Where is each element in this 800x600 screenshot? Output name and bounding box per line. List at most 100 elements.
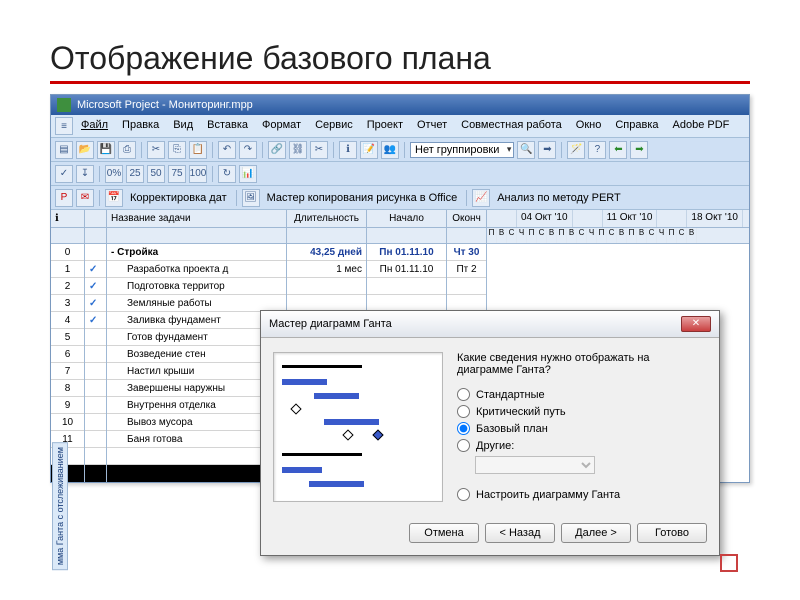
pct75-icon[interactable]: 75 bbox=[168, 165, 186, 183]
pct0-icon[interactable]: 0% bbox=[105, 165, 123, 183]
track-icon[interactable]: ✓ bbox=[55, 165, 73, 183]
menu-format[interactable]: Формат bbox=[256, 117, 307, 135]
back-button[interactable]: < Назад bbox=[485, 523, 555, 543]
radio-baseline[interactable]: Базовый план bbox=[457, 422, 707, 435]
help-icon[interactable]: ? bbox=[588, 141, 606, 159]
radio-input[interactable] bbox=[457, 422, 470, 435]
menu-window[interactable]: Окно bbox=[570, 117, 608, 135]
unlink-icon[interactable]: ⛓ bbox=[289, 141, 307, 159]
view-tab[interactable]: мма Ганта с отслеживанием bbox=[52, 442, 68, 570]
pdf-mail-icon[interactable]: ✉ bbox=[76, 189, 94, 207]
dur-cell[interactable]: 1 мес bbox=[287, 261, 366, 278]
menu-adobe[interactable]: Adobe PDF bbox=[667, 117, 736, 135]
task-cell[interactable]: Подготовка территор bbox=[107, 278, 286, 295]
menu-collab[interactable]: Совместная работа bbox=[455, 117, 568, 135]
task-cell[interactable]: Разработка проекта д bbox=[107, 261, 286, 278]
dialog-titlebar[interactable]: Мастер диаграмм Ганта ✕ bbox=[261, 311, 719, 338]
radio-input[interactable] bbox=[457, 388, 470, 401]
update-icon[interactable]: ↻ bbox=[218, 165, 236, 183]
print-icon[interactable]: ⎙ bbox=[118, 141, 136, 159]
finish-cell[interactable]: Чт 30 bbox=[447, 244, 486, 261]
radio-critical[interactable]: Критический путь bbox=[457, 405, 707, 418]
menu-file[interactable]: Файл bbox=[75, 117, 114, 135]
save-icon[interactable]: 💾 bbox=[97, 141, 115, 159]
reschedule-icon[interactable]: ↧ bbox=[76, 165, 94, 183]
menu-report[interactable]: Отчет bbox=[411, 117, 453, 135]
row-num[interactable]: 5 bbox=[51, 329, 84, 346]
row-num[interactable]: 10 bbox=[51, 414, 84, 431]
menu-project[interactable]: Проект bbox=[361, 117, 409, 135]
menu-tools[interactable]: Сервис bbox=[309, 117, 359, 135]
paste-icon[interactable]: 📋 bbox=[189, 141, 207, 159]
wizard-icon[interactable]: 🪄 bbox=[567, 141, 585, 159]
col-duration[interactable]: Длительность bbox=[287, 210, 366, 228]
close-button[interactable]: ✕ bbox=[681, 316, 711, 332]
finish-button[interactable]: Готово bbox=[637, 523, 707, 543]
correction-label[interactable]: Корректировка дат bbox=[126, 190, 231, 206]
cancel-button[interactable]: Отмена bbox=[409, 523, 479, 543]
back-icon[interactable]: ⬅ bbox=[609, 141, 627, 159]
separator bbox=[262, 142, 263, 158]
row-num[interactable]: 6 bbox=[51, 346, 84, 363]
link-icon[interactable]: 🔗 bbox=[268, 141, 286, 159]
copypic-label[interactable]: Мастер копирования рисунка в Office bbox=[263, 190, 462, 206]
radio-other[interactable]: Другие: bbox=[457, 439, 707, 452]
split-icon[interactable]: ✂ bbox=[310, 141, 328, 159]
copypic-icon[interactable]: 🖼 bbox=[242, 189, 260, 207]
forward-icon[interactable]: ➡ bbox=[630, 141, 648, 159]
col-finish[interactable]: Оконч bbox=[447, 210, 486, 228]
toolbar-1: ▤ 📂 💾 ⎙ ✂ ⎘ 📋 ↶ ↷ 🔗 ⛓ ✂ ℹ 📝 👥 Нет группи… bbox=[51, 138, 749, 162]
row-num[interactable]: 4 bbox=[51, 312, 84, 329]
start-cell[interactable]: Пн 01.11.10 bbox=[367, 244, 446, 261]
pert-label[interactable]: Анализ по методу PERT bbox=[493, 190, 625, 206]
open-icon[interactable]: 📂 bbox=[76, 141, 94, 159]
separator bbox=[99, 190, 100, 206]
start-cell[interactable]: Пн 01.11.10 bbox=[367, 261, 446, 278]
check-icon: ✓ bbox=[89, 264, 97, 275]
row-num[interactable]: 2 bbox=[51, 278, 84, 295]
task-cell[interactable]: - Стройка bbox=[107, 244, 286, 261]
row-num[interactable]: 3 bbox=[51, 295, 84, 312]
assign-icon[interactable]: 👥 bbox=[381, 141, 399, 159]
app-icon bbox=[57, 98, 71, 112]
row-num[interactable]: 1 bbox=[51, 261, 84, 278]
grouping-combo[interactable]: Нет группировки bbox=[410, 142, 514, 158]
pct25-icon[interactable]: 25 bbox=[126, 165, 144, 183]
separator bbox=[404, 142, 405, 158]
cut-icon[interactable]: ✂ bbox=[147, 141, 165, 159]
new-icon[interactable]: ▤ bbox=[55, 141, 73, 159]
row-num[interactable]: 0 bbox=[51, 244, 84, 261]
radio-standard[interactable]: Стандартные bbox=[457, 388, 707, 401]
info-icon[interactable]: ℹ bbox=[339, 141, 357, 159]
date-icon[interactable]: 📅 bbox=[105, 189, 123, 207]
next-button[interactable]: Далее > bbox=[561, 523, 631, 543]
row-num[interactable]: 7 bbox=[51, 363, 84, 380]
notes-icon[interactable]: 📝 bbox=[360, 141, 378, 159]
radio-custom[interactable]: Настроить диаграмму Ганта bbox=[457, 488, 707, 501]
goto-icon[interactable]: ➡ bbox=[538, 141, 556, 159]
menu-view[interactable]: Вид bbox=[167, 117, 199, 135]
col-start[interactable]: Начало bbox=[367, 210, 446, 228]
system-menu-icon[interactable]: ≡ bbox=[55, 117, 73, 135]
finish-cell[interactable]: Пт 2 bbox=[447, 261, 486, 278]
pct100-icon[interactable]: 100 bbox=[189, 165, 207, 183]
row-num[interactable]: 8 bbox=[51, 380, 84, 397]
redo-icon[interactable]: ↷ bbox=[239, 141, 257, 159]
radio-input[interactable] bbox=[457, 439, 470, 452]
dur-cell[interactable]: 43,25 дней bbox=[287, 244, 366, 261]
undo-icon[interactable]: ↶ bbox=[218, 141, 236, 159]
baseline-icon[interactable]: 📊 bbox=[239, 165, 257, 183]
zoom-in-icon[interactable]: 🔍 bbox=[517, 141, 535, 159]
pct50-icon[interactable]: 50 bbox=[147, 165, 165, 183]
radio-input[interactable] bbox=[457, 405, 470, 418]
pdf-icon[interactable]: P bbox=[55, 189, 73, 207]
titlebar: Microsoft Project - Мониторинг.mpp bbox=[51, 95, 749, 115]
pert-icon[interactable]: 📈 bbox=[472, 189, 490, 207]
copy-icon[interactable]: ⎘ bbox=[168, 141, 186, 159]
menu-insert[interactable]: Вставка bbox=[201, 117, 254, 135]
row-num[interactable]: 9 bbox=[51, 397, 84, 414]
menu-help[interactable]: Справка bbox=[609, 117, 664, 135]
menu-edit[interactable]: Правка bbox=[116, 117, 165, 135]
radio-input[interactable] bbox=[457, 488, 470, 501]
col-task[interactable]: Название задачи bbox=[107, 210, 286, 228]
